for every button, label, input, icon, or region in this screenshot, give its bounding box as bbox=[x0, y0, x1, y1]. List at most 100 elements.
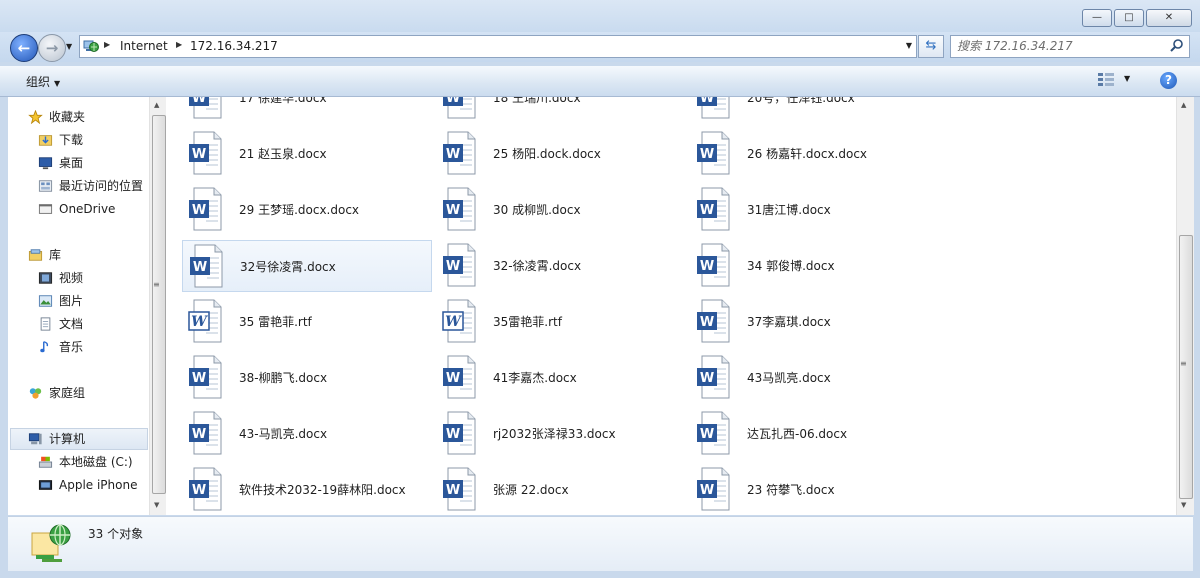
file-name: 26 杨嘉轩.docx.docx bbox=[747, 147, 868, 161]
file-name: 35雷艳菲.rtf bbox=[493, 315, 562, 329]
file-item[interactable]: W 32号徐凌霄.docx bbox=[182, 240, 432, 292]
file-name: 34 郭俊博.docx bbox=[747, 259, 835, 273]
file-list: W 17 徐建华.docx W 18 王瑞川.docx W 20号，任泽钰.docx W 21… bbox=[166, 97, 1176, 515]
file-item[interactable]: W 20号，任泽钰.docx bbox=[690, 97, 940, 124]
change-view-icon[interactable] bbox=[1098, 73, 1114, 87]
file-item[interactable]: W 30 成柳凯.docx bbox=[436, 184, 686, 236]
file-item[interactable]: W 17 徐建华.docx bbox=[182, 97, 432, 124]
file-name: 17 徐建华.docx bbox=[239, 97, 327, 105]
file-item[interactable]: W 29 王梦瑶.docx.docx bbox=[182, 184, 432, 236]
file-item[interactable]: W 25 杨阳.dock.docx bbox=[436, 128, 686, 180]
file-item[interactable]: W 32-徐凌霄.docx bbox=[436, 240, 686, 292]
refresh-button[interactable]: ⇆ bbox=[918, 35, 944, 58]
sidebar-scrollbar[interactable]: ▲ ≡ ▼ bbox=[149, 97, 167, 515]
breadcrumb-internet[interactable]: Internet bbox=[120, 39, 168, 53]
sidebar-item-computer[interactable]: 计算机 bbox=[10, 428, 148, 450]
word-document-icon: W bbox=[189, 355, 222, 399]
svg-text:W: W bbox=[191, 314, 208, 330]
file-item[interactable]: Wrj2032张泽禄33.docx bbox=[436, 408, 686, 460]
file-item[interactable]: W 18 王瑞川.docx bbox=[436, 97, 686, 124]
word-document-icon: W bbox=[443, 467, 476, 511]
recent-places-icon bbox=[38, 180, 53, 192]
network-location-icon bbox=[83, 40, 99, 52]
svg-text:W: W bbox=[700, 427, 714, 442]
sidebar-item-label: 文档 bbox=[59, 317, 84, 331]
search-input[interactable] bbox=[957, 38, 1157, 54]
back-button[interactable]: ← bbox=[10, 34, 38, 62]
file-item[interactable]: W 软件技术2032-19薛林阳.docx bbox=[182, 464, 432, 515]
scroll-up-icon[interactable]: ▲ bbox=[154, 101, 159, 109]
help-button[interactable]: ? bbox=[1160, 72, 1177, 89]
search-icon[interactable] bbox=[1169, 38, 1185, 54]
word-document-icon: W bbox=[697, 299, 730, 343]
scroll-down-icon[interactable]: ▼ bbox=[154, 501, 159, 509]
svg-text:W: W bbox=[192, 147, 206, 162]
file-item[interactable]: W 21 赵玉泉.docx bbox=[182, 128, 432, 180]
close-button[interactable]: ✕ bbox=[1146, 9, 1192, 27]
file-item[interactable]: W 41李嘉杰.docx bbox=[436, 352, 686, 404]
file-name: 25 杨阳.dock.docx bbox=[493, 147, 601, 161]
scroll-up-icon[interactable]: ▲ bbox=[1181, 101, 1186, 109]
file-name: 29 王梦瑶.docx.docx bbox=[239, 203, 360, 217]
address-dropdown-icon[interactable]: ▼ bbox=[906, 41, 912, 50]
sidebar-item-label: 下载 bbox=[59, 133, 84, 147]
sidebar-scroll-thumb[interactable] bbox=[152, 115, 166, 494]
svg-text:W: W bbox=[192, 483, 206, 498]
file-item[interactable]: W 34 郭俊博.docx bbox=[690, 240, 940, 292]
minimize-button[interactable]: — bbox=[1082, 9, 1112, 27]
view-options-dropdown-icon[interactable]: ▼ bbox=[1124, 74, 1130, 83]
file-item[interactable]: W 43马凯亮.docx bbox=[690, 352, 940, 404]
file-item[interactable]: W 达瓦扎西-06.docx bbox=[690, 408, 940, 460]
file-item[interactable]: W 26 杨嘉轩.docx.docx bbox=[690, 128, 940, 180]
breadcrumb-host[interactable]: 172.16.34.217 bbox=[190, 39, 278, 53]
search-box[interactable] bbox=[950, 35, 1190, 58]
star-icon bbox=[28, 110, 43, 124]
address-bar[interactable]: ▶ Internet ▶ 172.16.34.217 ▼ bbox=[79, 35, 917, 58]
file-item[interactable]: W 31唐江博.docx bbox=[690, 184, 940, 236]
sidebar-item-label: 最近访问的位置 bbox=[59, 179, 144, 193]
word-document-icon: W bbox=[189, 187, 222, 231]
file-item[interactable]: W 35 雷艳菲.rtf bbox=[182, 296, 432, 348]
word-document-icon: W bbox=[697, 187, 730, 231]
file-item[interactable]: W 37李嘉琪.docx bbox=[690, 296, 940, 348]
file-name: 41李嘉杰.docx bbox=[493, 371, 577, 385]
sidebar-item-label: Apple iPhone bbox=[59, 478, 138, 492]
svg-text:W: W bbox=[446, 427, 460, 442]
sidebar-item-label: 音乐 bbox=[59, 340, 84, 354]
onedrive-icon bbox=[38, 204, 53, 214]
network-location-icon bbox=[31, 524, 71, 562]
file-name: 31唐江博.docx bbox=[747, 203, 831, 217]
history-dropdown-icon[interactable]: ▼ bbox=[66, 42, 72, 51]
svg-text:W: W bbox=[445, 314, 462, 330]
content-scrollbar[interactable]: ▲ ≡ ▼ bbox=[1176, 97, 1194, 515]
word-document-icon: W bbox=[189, 411, 222, 455]
svg-text:W: W bbox=[700, 147, 714, 162]
file-item[interactable]: W 38-柳鹏飞.docx bbox=[182, 352, 432, 404]
navigation-pane: 收藏夹 下载 桌面 最近访问的位置 OneDrive 库 视频 图片 文档 音乐… bbox=[8, 97, 149, 515]
word-document-icon: W bbox=[189, 467, 222, 511]
forward-button[interactable]: → bbox=[38, 34, 66, 62]
sidebar-item-label: 家庭组 bbox=[49, 386, 86, 400]
svg-text:W: W bbox=[700, 259, 714, 274]
file-item[interactable]: W 43-马凯亮.docx bbox=[182, 408, 432, 460]
word-document-icon: W bbox=[443, 411, 476, 455]
window-controls: — □ ✕ bbox=[1082, 9, 1192, 27]
svg-text:W: W bbox=[446, 97, 460, 106]
file-item[interactable]: W 35雷艳菲.rtf bbox=[436, 296, 686, 348]
breadcrumb-separator-icon[interactable]: ▶ bbox=[176, 40, 182, 49]
file-name: 35 雷艳菲.rtf bbox=[239, 315, 312, 329]
svg-text:W: W bbox=[446, 259, 460, 274]
file-item[interactable]: W 23 符攀飞.docx bbox=[690, 464, 940, 515]
file-item[interactable]: W 张源 22.docx bbox=[436, 464, 686, 515]
svg-text:W: W bbox=[446, 483, 460, 498]
music-icon bbox=[40, 341, 49, 353]
scroll-grip-icon: ≡ bbox=[153, 280, 160, 289]
svg-text:W: W bbox=[700, 315, 714, 330]
sidebar-item-label: 桌面 bbox=[59, 156, 84, 170]
file-name: rj2032张泽禄33.docx bbox=[493, 427, 616, 441]
scroll-down-icon[interactable]: ▼ bbox=[1181, 501, 1186, 509]
maximize-button[interactable]: □ bbox=[1114, 9, 1144, 27]
breadcrumb-separator-icon[interactable]: ▶ bbox=[104, 40, 110, 49]
organize-button[interactable]: 组织 ▼ bbox=[26, 73, 60, 90]
file-name: 32号徐凌霄.docx bbox=[240, 260, 336, 274]
